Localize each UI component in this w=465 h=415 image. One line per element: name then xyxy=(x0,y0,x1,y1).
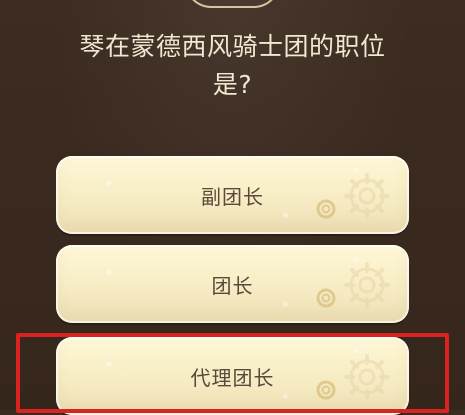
answer-option-1[interactable]: 副团长 xyxy=(56,156,409,234)
answer-option-3[interactable]: 代理团长 xyxy=(56,337,409,415)
gear-icon xyxy=(344,173,390,219)
small-gear-icon xyxy=(316,288,336,308)
gear-icon xyxy=(344,354,390,400)
small-gear-icon xyxy=(316,199,336,219)
question-line-1: 琴在蒙德西风骑士团的职位 xyxy=(79,32,386,61)
question-text: 琴在蒙德西风骑士团的职位 是? xyxy=(0,28,465,104)
answer-option-2[interactable]: 团长 xyxy=(56,245,409,323)
small-gear-icon xyxy=(316,380,336,400)
gear-icon xyxy=(344,262,390,308)
question-line-2: 是? xyxy=(212,70,253,99)
